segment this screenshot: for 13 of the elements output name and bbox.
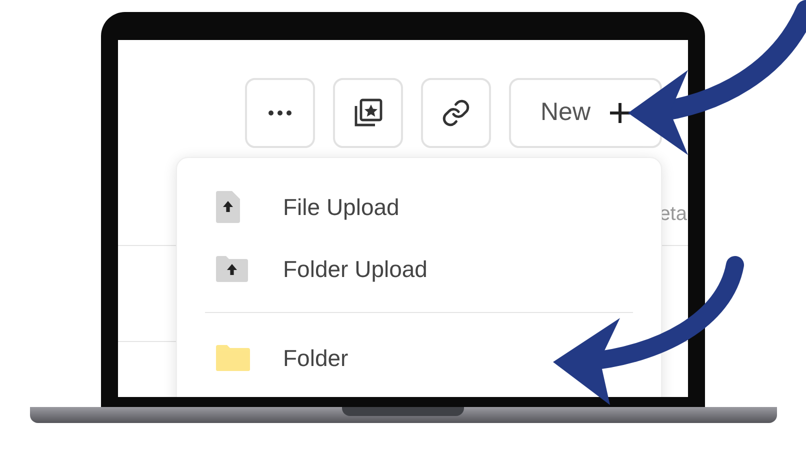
collection-button[interactable] [333,78,403,148]
link-icon [441,98,471,128]
new-button[interactable]: New [509,78,662,148]
menu-item[interactable]: File Upload [205,176,633,238]
folder-upload-icon [215,255,249,283]
folder-icon [215,344,251,372]
plus-icon [608,102,630,124]
link-button[interactable] [421,78,491,148]
file-upload-icon [215,190,241,224]
menu-item[interactable]: Folder Upload [205,238,633,300]
star-collection-icon [352,97,384,129]
menu-item[interactable]: Folder [205,327,633,389]
more-icon [268,110,292,116]
